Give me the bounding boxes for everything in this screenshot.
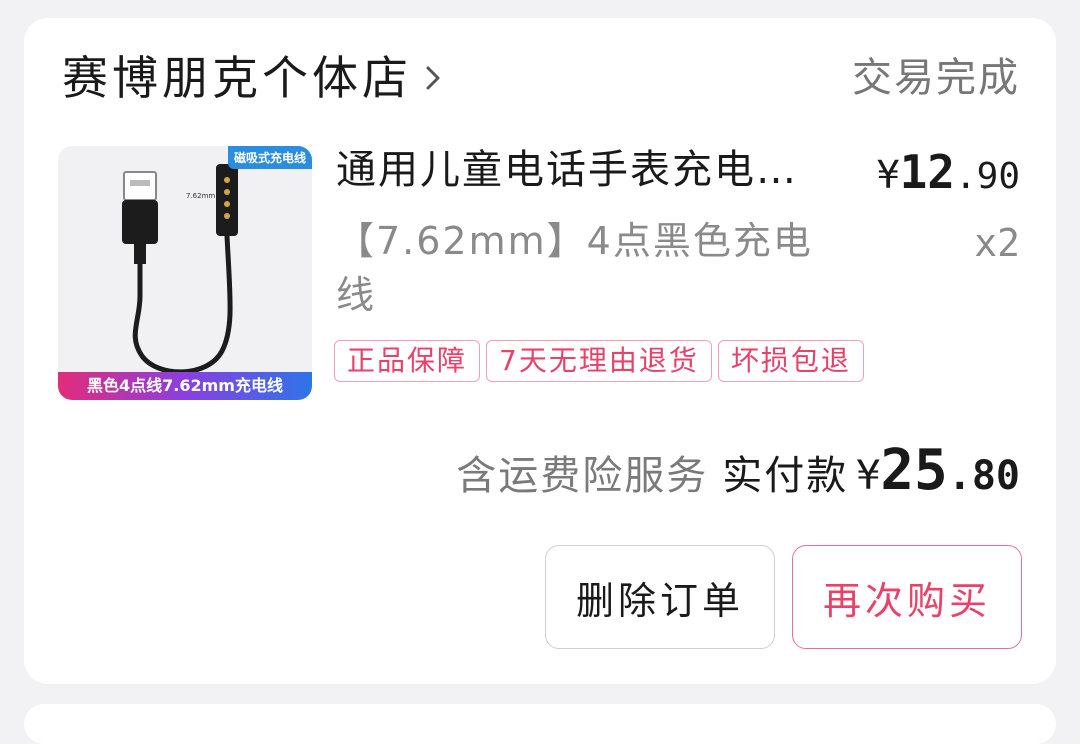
order-status: 交易完成 xyxy=(852,55,1020,101)
next-order-card xyxy=(24,704,1056,744)
total-integer: 25 xyxy=(880,438,948,503)
price-symbol: ¥ xyxy=(876,153,900,197)
service-tags: 正品保障 7天无理由退货 坏损包退 xyxy=(334,340,864,382)
total-decimal: .80 xyxy=(947,453,1020,499)
product-price: ¥12.90 xyxy=(877,144,1020,211)
service-tag: 正品保障 xyxy=(334,340,481,382)
price-decimal: .90 xyxy=(954,156,1020,197)
service-tag: 坏损包退 xyxy=(717,340,864,382)
chevron-right-icon xyxy=(426,66,440,90)
thumbnail-banner: 黑色4点线7.62mm充电线 xyxy=(58,372,312,400)
total-symbol: ¥ xyxy=(856,453,881,499)
product-quantity: x2 xyxy=(974,221,1020,265)
shipping-insurance-note: 含运费险服务 xyxy=(456,453,709,499)
service-tag: 7天无理由退货 xyxy=(486,340,712,382)
charging-cable-image: 7.62mm xyxy=(122,164,238,375)
delete-order-button[interactable]: 删除订单 xyxy=(545,545,775,649)
order-total: 含运费险服务 实付款 ¥25.80 xyxy=(456,438,1020,503)
product-thumbnail[interactable]: 7.62mm 磁吸式充电线 黑色4点线7.62mm充电线 xyxy=(58,146,312,400)
price-integer: 12 xyxy=(899,145,955,199)
total-label: 实付款 xyxy=(722,453,849,499)
thumbnail-tag: 磁吸式充电线 xyxy=(227,146,312,169)
order-card: 赛博朋克个体店 交易完成 7.62mm 磁吸式充电线 黑色4点线7.62mm充电… xyxy=(24,18,1056,684)
shop-name: 赛博朋克个体店 xyxy=(62,51,412,105)
product-spec: 【7.62mm】4点黑色充电线 xyxy=(336,219,813,317)
shop-link[interactable]: 赛博朋克个体店 xyxy=(62,48,446,108)
svg-text:7.62mm: 7.62mm xyxy=(186,192,215,200)
buy-again-button[interactable]: 再次购买 xyxy=(792,545,1022,649)
product-title[interactable]: 通用儿童电话手表充电… xyxy=(336,142,826,198)
